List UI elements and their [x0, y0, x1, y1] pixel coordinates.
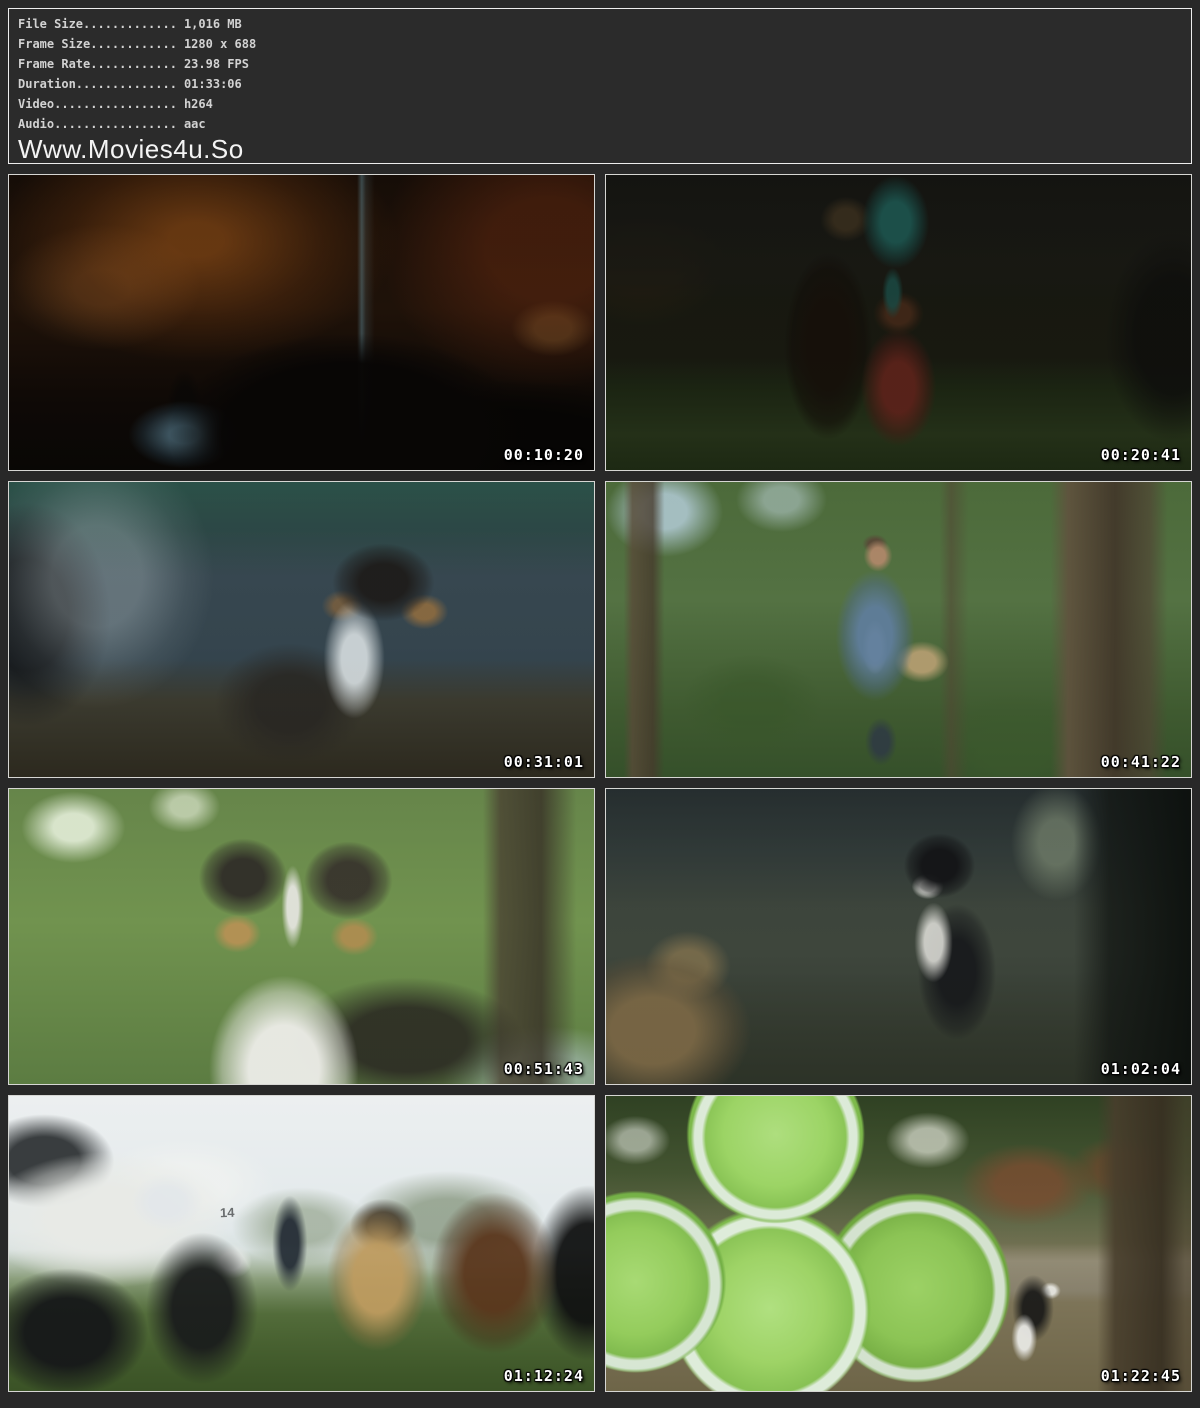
timestamp-overlay: 01:12:24: [504, 1367, 584, 1385]
post-body: File Size............. 1,016 MB Frame Siz…: [0, 8, 1200, 1392]
screenshot-thumb-5: 00:51:43: [8, 788, 595, 1085]
media-info-row: Frame Rate............ 23.98 FPS: [18, 54, 1191, 74]
screenshot-thumb-3: 00:31:01: [8, 481, 595, 778]
info-label: Video: [18, 97, 54, 111]
screenshot-thumb-4: 00:41:22: [605, 481, 1192, 778]
info-dots: .................: [54, 97, 177, 111]
timestamp-overlay: 00:10:20: [504, 446, 584, 464]
info-label: Duration: [18, 77, 76, 91]
media-info-row: Frame Size............ 1280 x 688: [18, 34, 1191, 54]
media-info-row: Video................. h264: [18, 94, 1191, 114]
site-watermark: Www.Movies4u.So: [18, 135, 1191, 164]
info-label: Frame Size: [18, 37, 90, 51]
scene-art-cone-dog-barn: [9, 482, 594, 777]
media-info-panel: File Size............. 1,016 MB Frame Siz…: [8, 8, 1192, 164]
timestamp-overlay: 01:02:04: [1101, 1060, 1181, 1078]
screenshot-thumb-7: 14 01:12:24: [8, 1095, 595, 1392]
info-dots: .............: [83, 17, 177, 31]
info-value: aac: [184, 117, 206, 131]
timestamp-overlay: 00:20:41: [1101, 446, 1181, 464]
info-value: 1,016 MB: [184, 17, 242, 31]
screenshot-thumb-8: 01:22:45: [605, 1095, 1192, 1392]
screenshot-thumb-1: 00:10:20: [8, 174, 595, 471]
scene-art-boston-terrier: [606, 789, 1191, 1084]
screenshot-thumb-2: 00:20:41: [605, 174, 1192, 471]
info-value: 01:33:06: [184, 77, 242, 91]
info-label: Frame Rate: [18, 57, 90, 71]
scene-art-alley-night: [9, 175, 594, 470]
info-value: h264: [184, 97, 213, 111]
info-dots: .................: [54, 117, 177, 131]
media-info-row: Duration.............. 01:33:06: [18, 74, 1191, 94]
scene-art-k9-park: [9, 1096, 594, 1391]
info-value: 23.98 FPS: [184, 57, 249, 71]
van-number-text: 14: [219, 1205, 234, 1220]
scene-art-tennis-balls: [606, 1096, 1191, 1391]
media-info-row: Audio................. aac: [18, 114, 1191, 134]
info-value: 1280 x 688: [184, 37, 256, 51]
timestamp-overlay: 01:22:45: [1101, 1367, 1181, 1385]
info-label: Audio: [18, 117, 54, 131]
screenshot-thumb-6: 01:02:04: [605, 788, 1192, 1085]
info-label: File Size: [18, 17, 83, 31]
scene-art-aussie-closeup: [9, 789, 594, 1084]
timestamp-overlay: 00:51:43: [504, 1060, 584, 1078]
scene-art-forest-man: [606, 482, 1191, 777]
timestamp-overlay: 00:41:22: [1101, 753, 1181, 771]
media-info-row: File Size............. 1,016 MB: [18, 14, 1191, 34]
screenshot-grid: 00:10:20 00:20:41 00:31:01 00:41:22 00:5…: [8, 174, 1192, 1392]
info-dots: ............: [90, 37, 177, 51]
scene-art-gnome-night: [606, 175, 1191, 470]
info-dots: ............: [90, 57, 177, 71]
info-dots: ..............: [76, 77, 177, 91]
timestamp-overlay: 00:31:01: [504, 753, 584, 771]
